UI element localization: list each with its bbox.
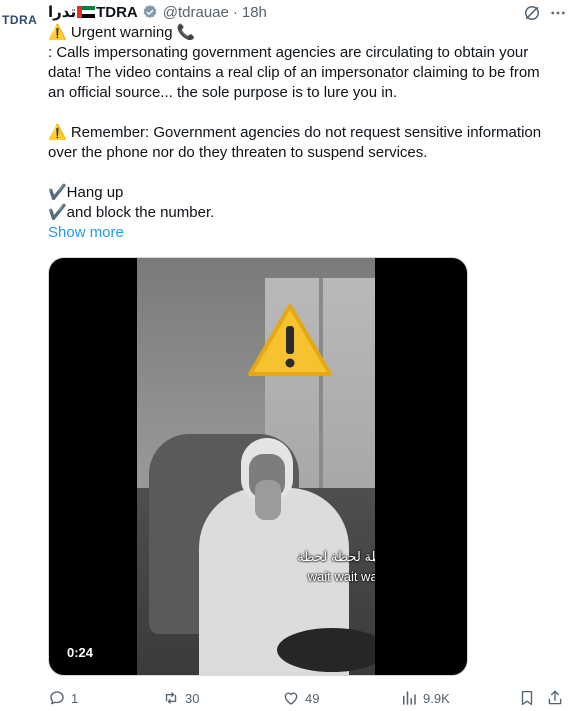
post-line: : Calls impersonating government agencie… [48,44,529,61]
reply-count: 1 [71,690,79,706]
more-options-icon[interactable] [548,4,568,22]
display-name-ar[interactable]: تدرا [48,3,76,21]
video-frame: لحظة لحظة لحظة.. wait wait wait.. [137,258,375,675]
show-more-link[interactable]: Show more [48,223,568,243]
like-button[interactable]: 49 [282,688,319,708]
views-button[interactable]: 9.9K [400,688,450,708]
caption-english: wait wait wait.. [307,569,375,584]
post-line: ✔️and block the number. [48,204,215,221]
separator-dot: · [232,3,238,21]
views-count: 9.9K [423,690,450,706]
share-icon [548,690,562,705]
avatar[interactable]: TDRA [0,13,42,35]
reply-icon [50,691,64,705]
reply-button[interactable]: 1 [48,688,78,708]
post-line: ⚠️ Urgent warning 📞 [48,24,196,41]
post-line-blank [48,163,568,183]
post-line: ⚠️ Remember: Government agencies do not … [48,124,542,141]
video-player[interactable]: لحظة لحظة لحظة.. wait wait wait.. 0:24 [48,257,468,676]
video-duration: 0:24 [61,643,100,662]
post-line-blank [48,103,568,123]
post-line: an official source... the sole purpose i… [48,84,398,101]
bookmark-button[interactable] [518,688,536,708]
post-text: ⚠️ Urgent warning 📞 : Calls impersonatin… [48,23,568,243]
post-line: over the phone nor do they threaten to s… [48,144,428,161]
like-count: 49 [305,690,320,706]
repost-icon [165,692,177,704]
views-chart-icon [403,691,416,705]
video-person-phone-hand [255,480,281,520]
grok-icon[interactable] [522,3,542,23]
video-caption: لحظة لحظة لحظة.. wait wait wait.. [297,547,375,587]
post-time[interactable]: 18h [242,4,267,21]
uae-flag-icon [77,6,96,18]
caption-arabic: لحظة لحظة لحظة.. [297,549,375,564]
post-line: ✔️Hang up [48,184,124,201]
post-header: تدرا TDRA @tdrauae · 18h [48,2,267,22]
action-bar: 1 30 49 9.9K [48,688,568,708]
verified-badge-icon [143,5,157,19]
display-name[interactable]: TDRA [96,4,138,21]
bookmark-icon [521,690,533,706]
repost-count: 30 [185,690,200,706]
user-handle[interactable]: @tdrauae [163,4,229,21]
heart-icon [284,692,298,705]
share-button[interactable] [546,688,564,708]
post-line: data! The video contains a real clip of … [48,64,540,81]
repost-button[interactable]: 30 [162,688,199,708]
warning-sign-icon [248,304,332,376]
